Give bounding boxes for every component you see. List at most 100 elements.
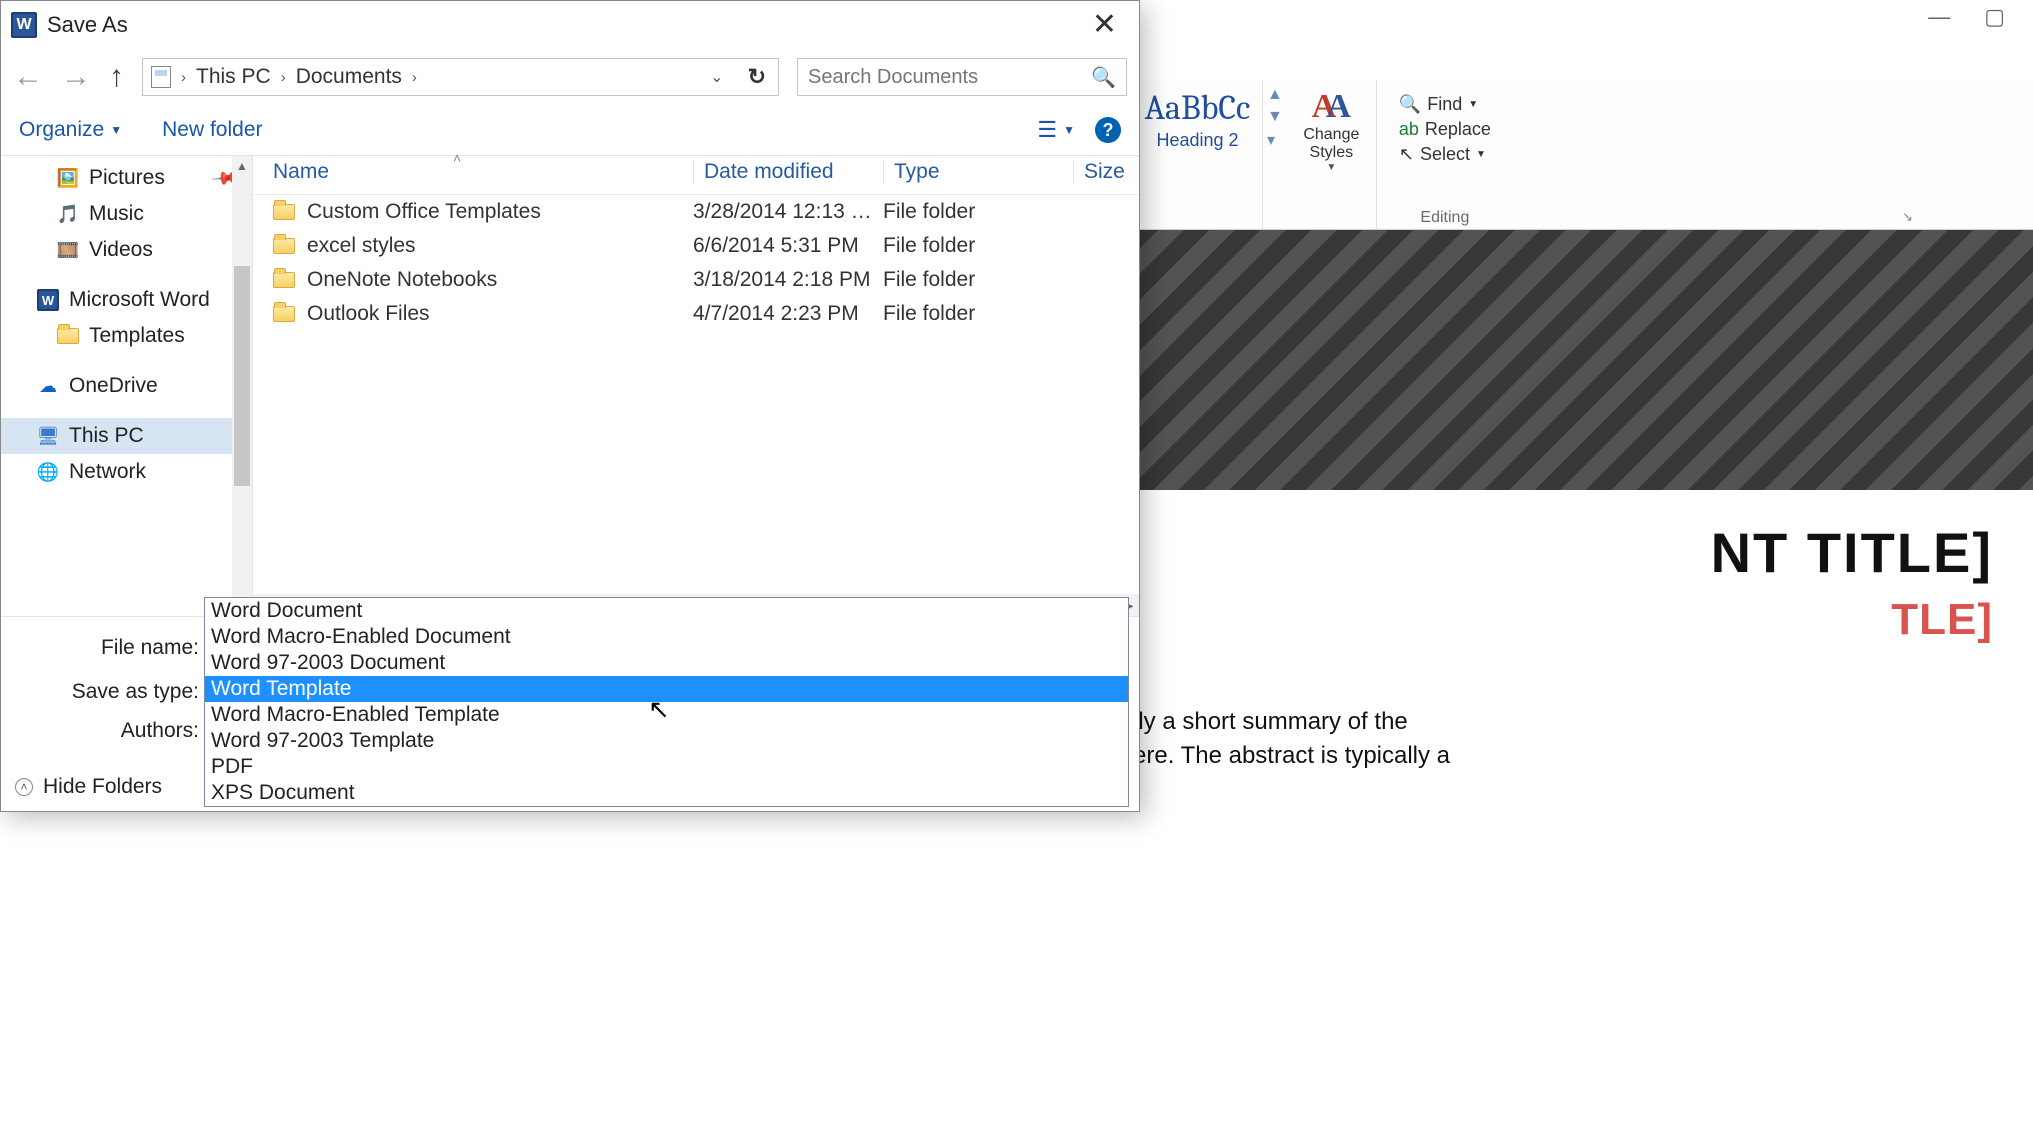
forward-button[interactable]: → <box>61 62 91 92</box>
document-title-fragment: NT TITLE] <box>1133 490 2033 595</box>
gallery-up-icon[interactable]: ▲ <box>1267 86 1283 104</box>
style-sample: AaBbCc <box>1145 88 1251 128</box>
view-mode-button[interactable]: ☰▼ <box>1037 117 1075 143</box>
music-icon: 🎵 <box>57 204 79 224</box>
save-type-dropdown[interactable]: Word DocumentWord Macro-Enabled Document… <box>204 597 1129 807</box>
type-option[interactable]: Word Document <box>205 598 1128 624</box>
table-row[interactable]: Custom Office Templates3/28/2014 12:13 …… <box>253 195 1139 229</box>
file-list: ˄ Name Date modified Type Size Custom Of… <box>253 156 1139 616</box>
refresh-button[interactable]: ↻ <box>740 64 774 90</box>
replace-button[interactable]: abReplace <box>1399 119 1491 140</box>
find-button[interactable]: 🔍Find▼ <box>1399 94 1491 115</box>
file-type: File folder <box>883 234 1073 258</box>
help-button[interactable]: ? <box>1095 117 1121 143</box>
col-type[interactable]: Type <box>883 160 1073 184</box>
file-type: File folder <box>883 200 1073 224</box>
crumb-sep-icon[interactable]: › <box>281 69 286 86</box>
file-date: 4/7/2014 2:23 PM <box>693 302 883 326</box>
scroll-thumb[interactable] <box>234 266 250 486</box>
type-option[interactable]: Word 97-2003 Document <box>205 650 1128 676</box>
crumb-sep-icon[interactable]: › <box>412 69 417 86</box>
sidebar-item-network[interactable]: 🌐Network <box>1 454 252 490</box>
dialog-title: Save As <box>47 12 128 38</box>
explorer-toolbar: Organize▼ New folder ☰▼ ? <box>1 105 1139 155</box>
sidebar-item-label: OneDrive <box>69 374 158 398</box>
organize-button[interactable]: Organize▼ <box>19 118 122 142</box>
styles-launcher-icon[interactable]: ↘ <box>1902 209 1913 225</box>
back-button[interactable]: ← <box>13 62 43 92</box>
authors-label: Authors: <box>41 719 199 743</box>
editing-group: 🔍Find▼ abReplace ↖Select▼ Editing <box>1377 80 1513 229</box>
onedrive-icon: ☁ <box>37 376 59 396</box>
type-option[interactable]: PDF <box>205 754 1128 780</box>
gallery-more-icon[interactable]: ▾ <box>1267 130 1283 150</box>
close-button[interactable]: ✕ <box>1080 10 1129 40</box>
hide-folders-button[interactable]: Hide Folders <box>43 775 162 799</box>
sidebar-item-label: This PC <box>69 424 144 448</box>
collapse-icon[interactable]: ˄ <box>15 778 33 796</box>
file-name: OneNote Notebooks <box>307 268 497 292</box>
styles-group[interactable]: AaBbCc Heading 2 <box>1133 80 1263 229</box>
videos-icon: 🎞️ <box>57 240 79 260</box>
sidebar-item-pictures[interactable]: 🖼️Pictures📌 <box>1 160 252 196</box>
styles-gallery-scroll[interactable]: ▲ ▼ ▾ <box>1263 80 1287 156</box>
change-styles-button[interactable]: A A Change Styles ▼ <box>1287 80 1377 229</box>
sidebar-item-label: Templates <box>89 324 185 348</box>
gallery-down-icon[interactable]: ▼ <box>1267 108 1283 126</box>
address-history-dropdown[interactable]: ⌄ <box>704 67 729 87</box>
select-button[interactable]: ↖Select▼ <box>1399 144 1491 165</box>
document-body-fragment: lly a short summary of the ere. The abst… <box>1133 645 2033 772</box>
editing-group-label: Editing <box>1420 209 1469 227</box>
folder-icon <box>273 272 295 288</box>
table-row[interactable]: excel styles6/6/2014 5:31 PMFile folder <box>253 229 1139 263</box>
crumb-sep-icon[interactable]: › <box>181 69 186 86</box>
caret-down-icon: ▼ <box>1063 123 1075 137</box>
type-option[interactable]: Word Macro-Enabled Document <box>205 624 1128 650</box>
search-box[interactable]: 🔍 <box>797 58 1127 96</box>
column-headers[interactable]: ˄ Name Date modified Type Size <box>253 156 1139 195</box>
sidebar-item-music[interactable]: 🎵Music <box>1 196 252 232</box>
search-icon[interactable]: 🔍 <box>1091 65 1116 90</box>
type-option[interactable]: Word 97-2003 Template <box>205 728 1128 754</box>
sidebar-item-label: Pictures <box>89 166 165 190</box>
sidebar-item-microsoft-word[interactable]: WMicrosoft Word <box>1 282 252 318</box>
col-date[interactable]: Date modified <box>693 160 883 184</box>
network-icon: 🌐 <box>37 462 59 482</box>
bg-minimize-icon[interactable]: — <box>1928 4 1950 30</box>
col-name[interactable]: Name <box>273 160 693 184</box>
col-size[interactable]: Size <box>1073 160 1143 184</box>
style-name: Heading 2 <box>1156 130 1238 151</box>
sidebar-scrollbar[interactable]: ▲ ▼ <box>232 156 252 616</box>
save-as-dialog: W Save As ✕ ← → ↑ › This PC › Documents … <box>0 0 1140 812</box>
table-row[interactable]: OneNote Notebooks3/18/2014 2:18 PMFile f… <box>253 263 1139 297</box>
new-folder-button[interactable]: New folder <box>162 118 262 142</box>
scroll-up-icon[interactable]: ▲ <box>232 156 252 176</box>
sort-ascending-icon: ˄ <box>453 150 461 166</box>
crumb-this-pc[interactable]: This PC <box>196 65 271 89</box>
file-name: Outlook Files <box>307 302 430 326</box>
type-option[interactable]: Word Template <box>205 676 1128 702</box>
sidebar-item-templates[interactable]: Templates <box>1 318 252 354</box>
document-header-image <box>1133 230 2033 490</box>
type-option[interactable]: XPS Document <box>205 780 1128 806</box>
address-bar[interactable]: › This PC › Documents › ⌄ ↻ <box>142 58 779 96</box>
caret-down-icon: ▼ <box>110 123 122 137</box>
sidebar-item-onedrive[interactable]: ☁ OneDrive <box>1 368 252 404</box>
table-row[interactable]: Outlook Files4/7/2014 2:23 PMFile folder <box>253 297 1139 331</box>
sidebar-item-videos[interactable]: 🎞️Videos <box>1 232 252 268</box>
search-input[interactable] <box>808 66 1081 89</box>
folder-icon <box>273 306 295 322</box>
select-arrow-icon: ↖ <box>1399 144 1414 165</box>
sidebar-item-this-pc[interactable]: 🖥This PC <box>1 418 252 454</box>
crumb-documents[interactable]: Documents <box>296 65 402 89</box>
sidebar-item-label: Microsoft Word <box>69 288 210 312</box>
titlebar: W Save As ✕ <box>1 1 1139 49</box>
up-button[interactable]: ↑ <box>109 62 124 92</box>
nav-row: ← → ↑ › This PC › Documents › ⌄ ↻ 🔍 <box>1 49 1139 105</box>
explorer-body: 🖼️Pictures📌🎵Music🎞️Videos WMicrosoft Word… <box>1 155 1139 616</box>
save-type-label: Save as type: <box>41 680 199 704</box>
bg-maximize-icon[interactable]: ▢ <box>1984 4 2005 30</box>
type-option[interactable]: Word Macro-Enabled Template <box>205 702 1128 728</box>
file-name-label: File name: <box>41 636 199 660</box>
file-name: excel styles <box>307 234 416 258</box>
